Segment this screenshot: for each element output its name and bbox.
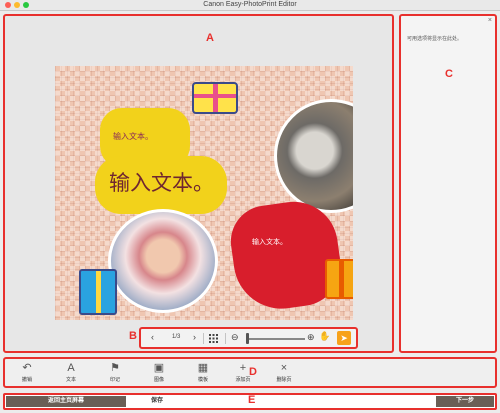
label-c: C <box>445 68 453 80</box>
image-icon: ▣ <box>153 362 165 374</box>
prev-page-button[interactable]: ‹ <box>151 332 154 342</box>
title-bar: Canon Easy-PhotoPrint Editor <box>0 0 500 11</box>
options-panel: × 可用选项将显示在此处。 C <box>399 14 497 353</box>
gift-icon <box>79 269 117 315</box>
window-title: Canon Easy-PhotoPrint Editor <box>203 1 297 8</box>
zoom-in-icon[interactable]: ⊕ <box>307 332 315 343</box>
next-page-button[interactable]: › <box>193 332 196 342</box>
text-icon: A <box>67 362 75 374</box>
photo-baby[interactable] <box>108 209 218 313</box>
zoom-slider-handle[interactable] <box>246 333 249 344</box>
bottom-bar: 返回主页屏幕 保存 E 下一步 <box>3 393 497 410</box>
gift-icon <box>325 259 353 299</box>
template-icon: ▦ <box>197 362 209 374</box>
photo-stroller[interactable] <box>274 99 353 213</box>
grid-icon[interactable] <box>209 334 218 345</box>
text-frame-small[interactable]: 输入文本。 <box>113 131 153 142</box>
close-icon[interactable]: × <box>488 17 492 24</box>
stamp-icon: ⚑ <box>110 362 120 374</box>
undo-icon: ↶ <box>22 362 32 374</box>
image-button[interactable]: ▣ 图像 <box>144 361 174 387</box>
hand-icon[interactable]: ✋ <box>318 331 332 345</box>
text-frame-red[interactable]: 输入文本。 <box>252 237 287 247</box>
page-indicator: 1/3 <box>172 334 181 340</box>
separator <box>203 333 204 344</box>
zoom-out-icon[interactable]: ⊖ <box>231 332 239 343</box>
label-d: D <box>249 366 257 378</box>
label-a: A <box>206 32 214 44</box>
options-hint: 可用选项将显示在此处。 <box>407 36 463 42</box>
pointer-icon[interactable]: ➤ <box>337 331 351 345</box>
text-button[interactable]: A 文本 <box>56 361 86 387</box>
separator <box>225 333 226 344</box>
template-button[interactable]: ▦ 模板 <box>188 361 218 387</box>
next-button[interactable]: 下一步 <box>436 396 494 407</box>
layout-canvas[interactable]: 输入文本。 输入文本。 输入文本。 <box>55 66 353 320</box>
return-home-button[interactable]: 返回主页屏幕 <box>6 396 126 407</box>
save-button[interactable]: 保存 <box>127 396 187 407</box>
text-frame-large[interactable]: 输入文本。 <box>109 167 214 197</box>
stamp-button[interactable]: ⚑ 印记 <box>100 361 130 387</box>
delete-page-button[interactable]: × 删除页 <box>269 361 299 387</box>
label-b: B <box>129 330 137 342</box>
zoom-slider[interactable] <box>248 338 305 340</box>
undo-button[interactable]: ↶ 撤销 <box>12 361 42 387</box>
delete-page-icon: × <box>280 362 288 374</box>
label-e: E <box>248 394 256 406</box>
edit-toolbar: ↶ 撤销 A 文本 ⚑ 印记 ▣ 图像 ▦ 模板 + 添加页 × 删除页 D <box>3 357 497 388</box>
edit-area: A 输入文本。 输入文本。 输入文本。 B <box>3 14 394 353</box>
gift-icon <box>192 82 238 114</box>
page-navigation-bar: ‹ 1/3 › ⊖ ⊕ ✋ ➤ <box>139 327 358 349</box>
